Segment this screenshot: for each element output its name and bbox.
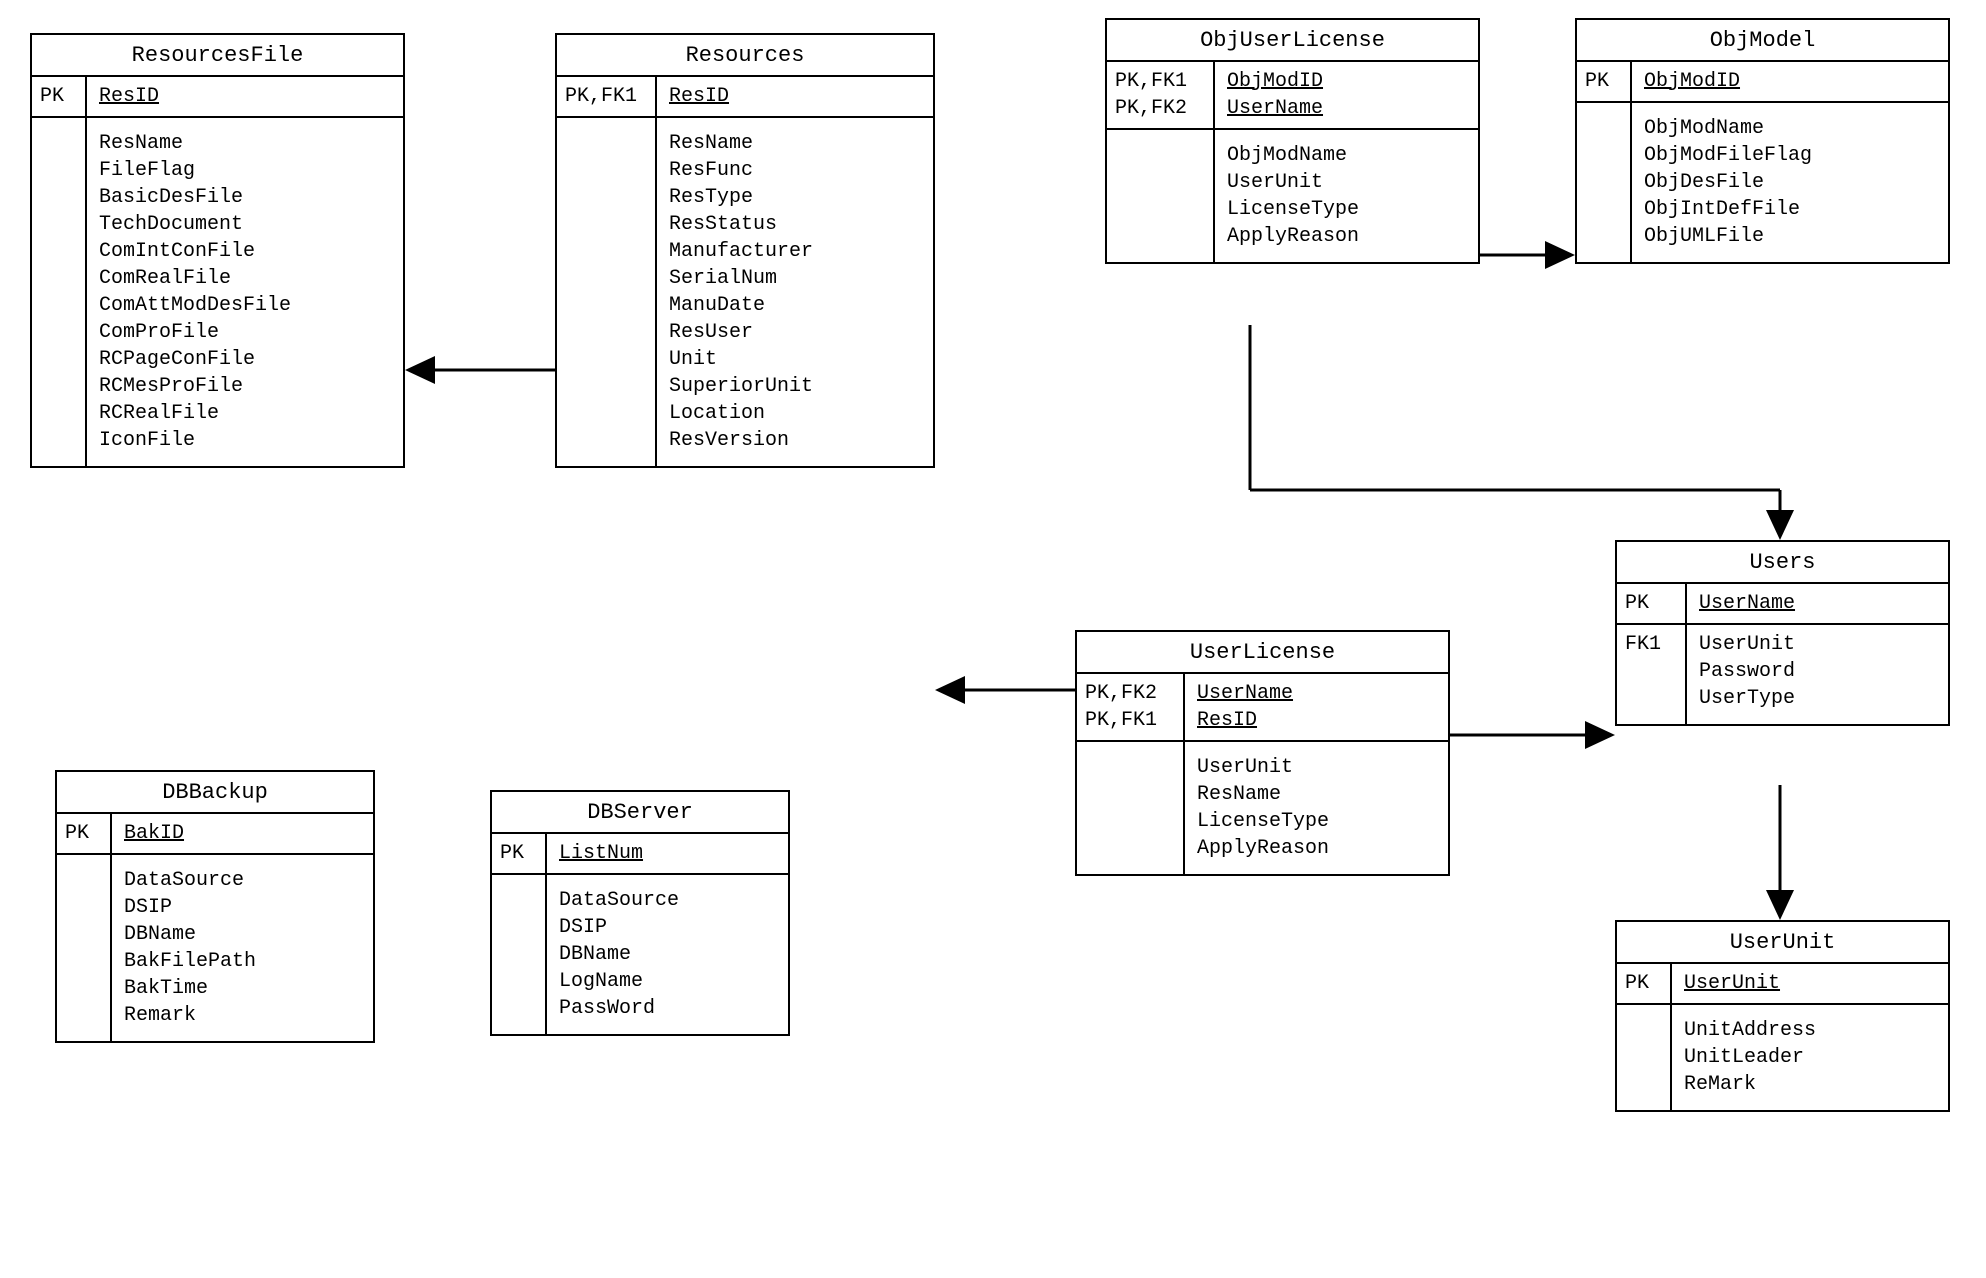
entity-title: ObjModel bbox=[1577, 20, 1948, 62]
attrs-list: ObjModName ObjModFileFlag ObjDesFile Obj… bbox=[1632, 103, 1948, 262]
key-tag: PK,FK1 bbox=[565, 83, 647, 110]
pk-field: UserName bbox=[1227, 95, 1466, 122]
entity-title: ResourcesFile bbox=[32, 35, 403, 77]
key-tag: PK bbox=[40, 83, 77, 110]
entity-user-unit: UserUnit PK UserUnit UnitAddress UnitLea… bbox=[1615, 920, 1950, 1112]
entity-title: ObjUserLicense bbox=[1107, 20, 1478, 62]
key-tag: PK bbox=[1625, 590, 1677, 617]
pk-field: ResID bbox=[1197, 707, 1436, 734]
attrs-list: ObjModName UserUnit LicenseType ApplyRea… bbox=[1215, 130, 1478, 262]
entity-resources-file: ResourcesFile PK ResID ResName FileFlag … bbox=[30, 33, 405, 468]
entity-resources: Resources PK,FK1 ResID ResName ResFunc R… bbox=[555, 33, 935, 468]
key-tag: PK,FK1 bbox=[1115, 68, 1205, 95]
entity-title: DBServer bbox=[492, 792, 788, 834]
key-tag: PK bbox=[1625, 970, 1662, 997]
entity-db-backup: DBBackup PK BakID DataSource DSIP DBName… bbox=[55, 770, 375, 1043]
key-tag: PK,FK1 bbox=[1085, 707, 1175, 734]
key-tag: PK,FK2 bbox=[1115, 95, 1205, 122]
entity-users: Users PK UserName FK1 UserUnit Password … bbox=[1615, 540, 1950, 726]
pk-field: ResID bbox=[99, 83, 391, 110]
entity-db-server: DBServer PK ListNum DataSource DSIP DBNa… bbox=[490, 790, 790, 1036]
entity-obj-model: ObjModel PK ObjModID ObjModName ObjModFi… bbox=[1575, 18, 1950, 264]
entity-user-license: UserLicense PK,FK2 PK,FK1 UserName ResID… bbox=[1075, 630, 1450, 876]
pk-field: UserUnit bbox=[1684, 970, 1936, 997]
fk-tag: FK1 bbox=[1625, 631, 1677, 658]
attrs-list: DataSource DSIP DBName LogName PassWord bbox=[547, 875, 788, 1034]
pk-field: UserName bbox=[1197, 680, 1436, 707]
key-tag: PK bbox=[65, 820, 102, 847]
attrs-list: DataSource DSIP DBName BakFilePath BakTi… bbox=[112, 855, 373, 1041]
entity-title: UserUnit bbox=[1617, 922, 1948, 964]
pk-field: BakID bbox=[124, 820, 361, 847]
key-tag: PK bbox=[1585, 68, 1622, 95]
attrs-list: ResName FileFlag BasicDesFile TechDocume… bbox=[87, 118, 403, 466]
key-tag: PK,FK2 bbox=[1085, 680, 1175, 707]
key-tag: PK bbox=[500, 840, 537, 867]
entity-title: Resources bbox=[557, 35, 933, 77]
pk-field: ListNum bbox=[559, 840, 776, 867]
attrs-list: UserUnit ResName LicenseType ApplyReason bbox=[1185, 742, 1448, 874]
entity-obj-user-license: ObjUserLicense PK,FK1 PK,FK2 ObjModID Us… bbox=[1105, 18, 1480, 264]
pk-field: ResID bbox=[669, 83, 921, 110]
pk-field: ObjModID bbox=[1644, 68, 1936, 95]
pk-field: UserName bbox=[1699, 590, 1936, 617]
entity-title: Users bbox=[1617, 542, 1948, 584]
attrs-list: ResName ResFunc ResType ResStatus Manufa… bbox=[657, 118, 933, 466]
attrs-list: UserUnit Password UserType bbox=[1687, 625, 1948, 724]
pk-field: ObjModID bbox=[1227, 68, 1466, 95]
entity-title: UserLicense bbox=[1077, 632, 1448, 674]
entity-title: DBBackup bbox=[57, 772, 373, 814]
attrs-list: UnitAddress UnitLeader ReMark bbox=[1672, 1005, 1948, 1110]
